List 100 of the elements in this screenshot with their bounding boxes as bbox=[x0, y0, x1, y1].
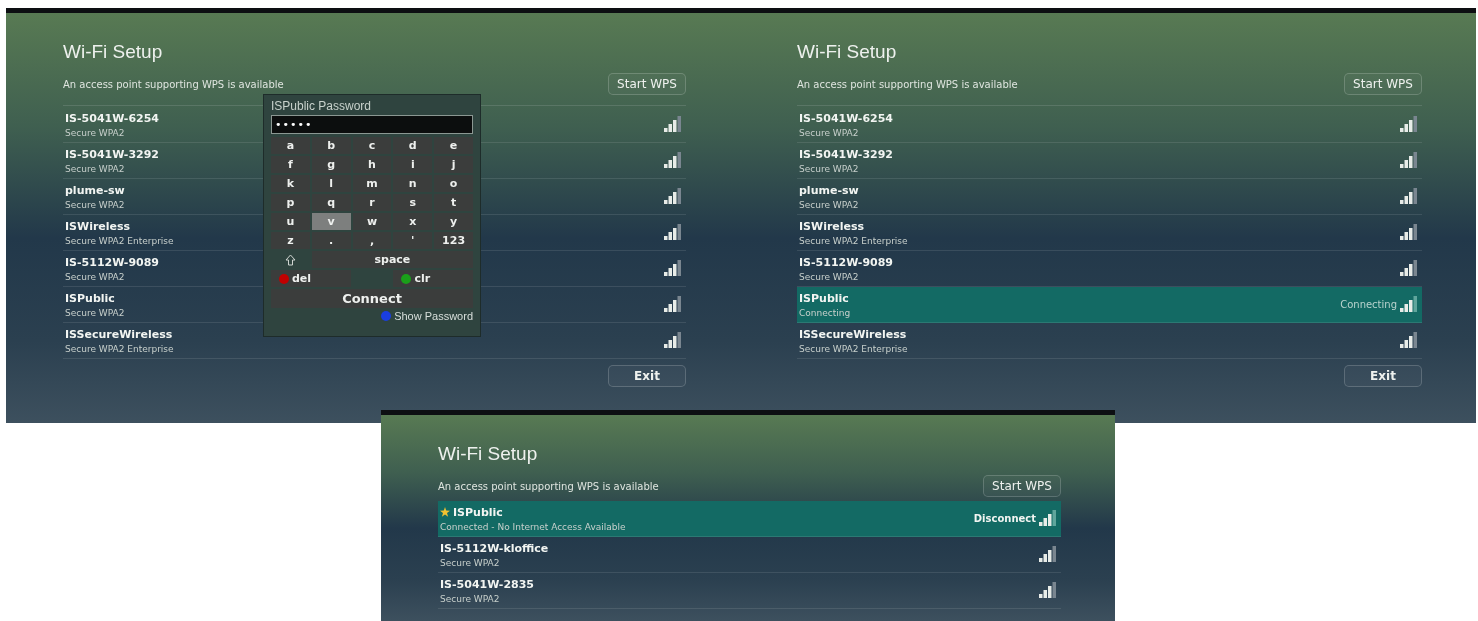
network-name: IS-5041W-6254 bbox=[799, 111, 893, 125]
network-status: Secure WPA2 bbox=[799, 127, 859, 138]
keyboard-key[interactable]: i bbox=[393, 156, 433, 173]
network-name: ISPublic bbox=[453, 505, 503, 519]
network-item[interactable]: IS-5112W-kloffice Secure WPA2 bbox=[438, 537, 1061, 573]
network-item[interactable]: ISWireless Secure WPA2 Enterprise bbox=[797, 215, 1422, 251]
network-status: Secure WPA2 bbox=[799, 199, 859, 210]
keyboard-key[interactable]: 123 bbox=[434, 232, 473, 249]
signal-icon bbox=[664, 331, 682, 350]
shift-arrow-icon bbox=[284, 253, 296, 266]
signal-icon bbox=[664, 151, 682, 170]
keyboard-key[interactable]: h bbox=[352, 156, 392, 173]
network-name: plume-sw bbox=[799, 183, 859, 197]
keyboard-key[interactable]: q bbox=[311, 194, 351, 211]
wps-notice: An access point supporting WPS is available bbox=[63, 78, 284, 90]
signal-icon bbox=[1400, 187, 1418, 206]
keyboard-key[interactable]: r bbox=[352, 194, 392, 211]
signal-icon bbox=[664, 223, 682, 242]
network-item[interactable]: IS-5041W-6254 Secure WPA2 bbox=[797, 107, 1422, 143]
keyboard-key[interactable]: j bbox=[434, 156, 473, 173]
keyboard-key[interactable]: k bbox=[271, 175, 310, 192]
keyboard-key[interactable]: n bbox=[393, 175, 433, 192]
network-item[interactable]: ISPublic Connecting Connecting bbox=[797, 287, 1422, 323]
network-name: IS-5112W-kloffice bbox=[440, 541, 549, 555]
signal-icon bbox=[664, 187, 682, 206]
keyboard-key[interactable]: y bbox=[434, 213, 473, 230]
network-name: ISPublic bbox=[65, 291, 115, 305]
window-title: Wi-Fi Setup bbox=[797, 41, 898, 63]
network-name: IS-5041W-2835 bbox=[440, 577, 534, 591]
network-name: IS-5112W-9089 bbox=[799, 255, 893, 269]
keyboard-key[interactable]: s bbox=[393, 194, 433, 211]
network-name: ISWireless bbox=[65, 219, 131, 233]
exit-button[interactable]: Exit bbox=[608, 365, 686, 387]
network-status: Connected - No Internet Access Available bbox=[440, 521, 626, 532]
network-item[interactable]: ISPublic Connected - No Internet Access Available Disconnect bbox=[438, 501, 1061, 537]
keyboard-key[interactable]: x bbox=[393, 213, 433, 230]
network-status: Secure WPA2 bbox=[799, 271, 859, 282]
keyboard-key[interactable]: l bbox=[311, 175, 351, 192]
show-password-button[interactable]: Show Password bbox=[381, 310, 473, 322]
keyboard-key[interactable]: w bbox=[352, 213, 392, 230]
start-wps-button[interactable]: Start WPS bbox=[1344, 73, 1422, 95]
keyboard-key[interactable]: g bbox=[311, 156, 351, 173]
network-status: Secure WPA2 Enterprise bbox=[65, 343, 174, 354]
exit-button[interactable]: Exit bbox=[1344, 365, 1422, 387]
network-name: ISPublic bbox=[799, 291, 849, 305]
network-status: Secure WPA2 bbox=[65, 271, 125, 282]
connect-button[interactable]: Connect bbox=[271, 289, 473, 308]
keyboard-key[interactable]: p bbox=[271, 194, 310, 211]
network-status: Secure WPA2 bbox=[440, 557, 500, 568]
keyboard-key[interactable]: c bbox=[352, 137, 392, 154]
network-status: Secure WPA2 Enterprise bbox=[799, 343, 908, 354]
network-action: Disconnect bbox=[973, 513, 1036, 524]
signal-icon bbox=[664, 115, 682, 134]
signal-icon bbox=[664, 259, 682, 278]
network-item[interactable]: IS-5041W-3292 Secure WPA2 bbox=[797, 143, 1422, 179]
network-item[interactable]: ISSecureWireless Secure WPA2 Enterprise bbox=[797, 323, 1422, 359]
keyboard-key[interactable]: t bbox=[434, 194, 473, 211]
signal-icon bbox=[1400, 223, 1418, 242]
keyboard-key[interactable]: . bbox=[311, 232, 351, 249]
network-name: ISWireless bbox=[799, 219, 865, 233]
keyboard-key[interactable]: e bbox=[434, 137, 473, 154]
network-name: IS-5041W-3292 bbox=[799, 147, 893, 161]
wps-notice: An access point supporting WPS is available bbox=[797, 78, 1018, 90]
network-name: plume-sw bbox=[65, 183, 125, 197]
network-name: IS-5041W-3292 bbox=[65, 147, 159, 161]
signal-icon bbox=[1400, 115, 1418, 134]
keyboard-key[interactable]: u bbox=[271, 213, 310, 230]
network-status: Connecting bbox=[799, 307, 851, 318]
clear-key[interactable]: clr bbox=[393, 270, 473, 287]
network-item[interactable]: IS-5041W-2835 Secure WPA2 bbox=[438, 573, 1061, 609]
keyboard-key[interactable]: f bbox=[271, 156, 310, 173]
signal-icon bbox=[1400, 295, 1418, 314]
keyboard-key[interactable]: ' bbox=[393, 232, 433, 249]
network-status: Secure WPA2 bbox=[65, 127, 125, 138]
keyboard-key[interactable]: b bbox=[311, 137, 351, 154]
wps-notice: An access point supporting WPS is available bbox=[438, 480, 659, 492]
keyboard-key[interactable]: d bbox=[393, 137, 433, 154]
keyboard-key[interactable]: v bbox=[311, 213, 351, 230]
signal-icon bbox=[1400, 151, 1418, 170]
network-status: Secure WPA2 bbox=[799, 163, 859, 174]
signal-icon bbox=[1039, 581, 1057, 600]
keyboard-key[interactable]: , bbox=[352, 232, 392, 249]
network-action: Connecting bbox=[1340, 299, 1397, 310]
network-name: IS-5112W-9089 bbox=[65, 255, 159, 269]
network-status: Secure WPA2 bbox=[65, 199, 125, 210]
keyboard-key[interactable]: o bbox=[434, 175, 473, 192]
keyboard-key[interactable]: a bbox=[271, 137, 310, 154]
space-key[interactable]: space bbox=[311, 251, 473, 268]
keyboard-key[interactable]: m bbox=[352, 175, 392, 192]
network-item[interactable]: plume-sw Secure WPA2 bbox=[797, 179, 1422, 215]
network-status: Secure WPA2 Enterprise bbox=[65, 235, 174, 246]
network-name: ISSecureWireless bbox=[799, 327, 907, 341]
start-wps-button[interactable]: Start WPS bbox=[608, 73, 686, 95]
start-wps-button[interactable]: Start WPS bbox=[983, 475, 1061, 497]
network-name: ISSecureWireless bbox=[65, 327, 173, 341]
network-status: Secure WPA2 bbox=[440, 593, 500, 604]
keyboard-key[interactable]: z bbox=[271, 232, 310, 249]
signal-icon bbox=[1039, 509, 1057, 528]
password-field[interactable]: ••••• bbox=[271, 115, 473, 134]
delete-key[interactable]: del bbox=[271, 270, 351, 287]
